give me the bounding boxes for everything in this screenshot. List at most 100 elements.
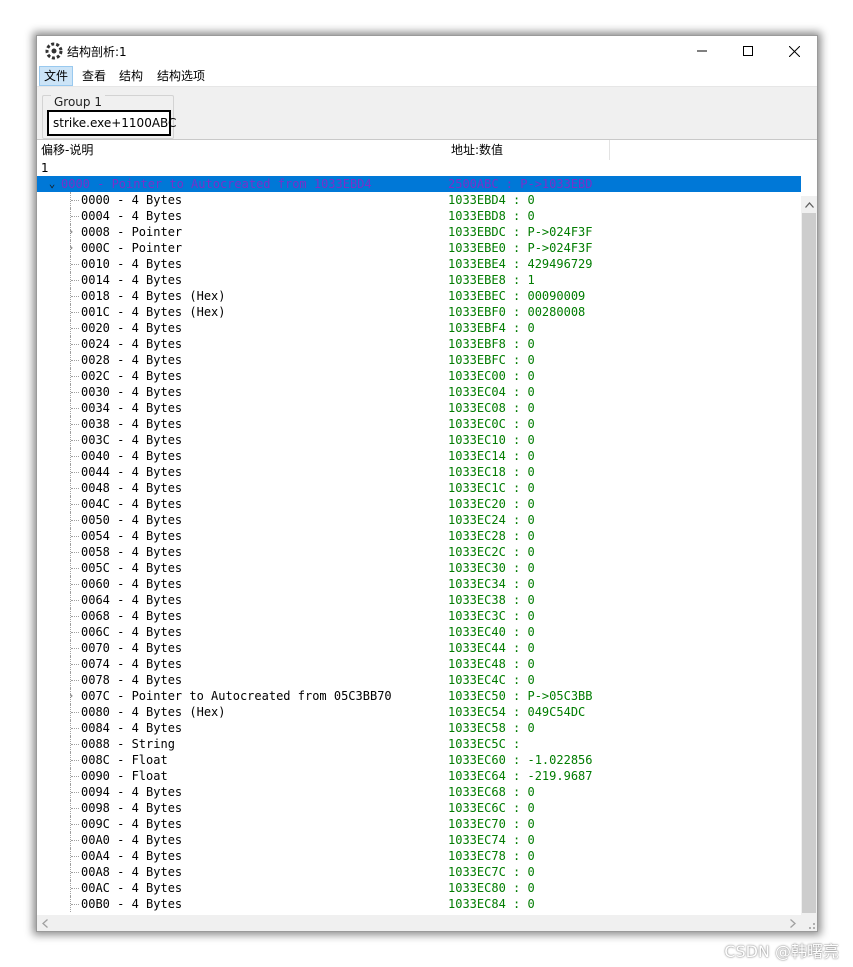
close-button[interactable] — [771, 36, 817, 66]
tree-row[interactable]: 0058 - 4 Bytes 1033EC2C : 0 — [37, 544, 801, 560]
tree-row[interactable]: 0064 - 4 Bytes 1033EC38 : 0 — [37, 592, 801, 608]
group-label: Group 1 — [51, 95, 105, 109]
tree-guide-branch — [71, 840, 79, 841]
menu-file[interactable]: 文件 — [39, 66, 74, 86]
tree-row[interactable]: 0080 - 4 Bytes (Hex) 1033EC54 : 049C54DC — [37, 704, 801, 720]
tree-row[interactable]: 0044 - 4 Bytes 1033EC18 : 0 — [37, 464, 801, 480]
row-offset-description: 0040 - 4 Bytes — [81, 449, 183, 463]
group-address-box[interactable]: strike.exe+1100ABC — [47, 110, 176, 136]
tree-row[interactable]: 0074 - 4 Bytes 1033EC48 : 0 — [37, 656, 801, 672]
scroll-left-button[interactable] — [37, 915, 53, 931]
row-offset-description: 0054 - 4 Bytes — [81, 529, 183, 543]
tree-row[interactable]: 008C - Float 1033EC60 : -1.022856 — [37, 752, 801, 768]
tree-row[interactable]: 0000 - 4 Bytes 1033EBD4 : 0 — [37, 192, 801, 208]
tree-row[interactable]: 0078 - 4 Bytes 1033EC4C : 0 — [37, 672, 801, 688]
tree-guide-branch — [71, 296, 79, 297]
row-address-value: 1033EC30 : 0 — [448, 561, 535, 575]
row-offset-description: 0010 - 4 Bytes — [81, 257, 183, 271]
tree-row[interactable]: 0094 - 4 Bytes 1033EC68 : 0 — [37, 784, 801, 800]
resize-grip[interactable] — [801, 915, 817, 931]
tree-row[interactable]: 0048 - 4 Bytes 1033EC1C : 0 — [37, 480, 801, 496]
row-offset-description: 008C - Float — [81, 753, 168, 767]
row-offset-description: 007C - Pointer to Autocreated from 05C3B… — [81, 689, 392, 703]
tree-row[interactable]: 00A8 - 4 Bytes 1033EC7C : 0 — [37, 864, 801, 880]
expand-right-icon[interactable]: › — [64, 240, 78, 256]
tree-row[interactable]: 0014 - 4 Bytes 1033EBE8 : 1 — [37, 272, 801, 288]
tree-row[interactable]: 0004 - 4 Bytes 1033EBD8 : 0 — [37, 208, 801, 224]
row-address-value: 1033EC14 : 0 — [448, 449, 535, 463]
tree-row[interactable]: 005C - 4 Bytes 1033EC30 : 0 — [37, 560, 801, 576]
tree-row[interactable]: 0010 - 4 Bytes 1033EBE4 : 429496729 — [37, 256, 801, 272]
tree-row[interactable]: 006C - 4 Bytes 1033EC40 : 0 — [37, 624, 801, 640]
tree-row[interactable]: 00A4 - 4 Bytes 1033EC78 : 0 — [37, 848, 801, 864]
tree-row[interactable]: 0090 - Float 1033EC64 : -219.9687 — [37, 768, 801, 784]
resize-grip-icon — [809, 923, 815, 929]
tree-row[interactable]: 00AC - 4 Bytes 1033EC80 : 0 — [37, 880, 801, 896]
row-offset-description: 0018 - 4 Bytes (Hex) — [81, 289, 226, 303]
tree-row[interactable]: 002C - 4 Bytes 1033EC00 : 0 — [37, 368, 801, 384]
row-offset-description: 00AC - 4 Bytes — [81, 881, 183, 895]
scroll-up-button[interactable] — [801, 196, 817, 213]
tree-row[interactable]: 003C - 4 Bytes 1033EC10 : 0 — [37, 432, 801, 448]
expand-right-icon[interactable]: › — [64, 688, 78, 704]
tree-row[interactable]: 0060 - 4 Bytes 1033EC34 : 0 — [37, 576, 801, 592]
scroll-thumb[interactable] — [802, 213, 816, 913]
row-address-value: 1033EC18 : 0 — [448, 465, 535, 479]
row-offset-description: 0098 - 4 Bytes — [81, 801, 183, 815]
tree-row[interactable]: 0038 - 4 Bytes 1033EC0C : 0 — [37, 416, 801, 432]
row-address-value: 1033EBF8 : 0 — [448, 337, 535, 351]
tree-row[interactable]: 0068 - 4 Bytes 1033EC3C : 0 — [37, 608, 801, 624]
row-address-value: 1033EC80 : 0 — [448, 881, 535, 895]
tree-row[interactable]: 0018 - 4 Bytes (Hex) 1033EBEC : 00090009 — [37, 288, 801, 304]
menu-structure-options[interactable]: 结构选项 — [153, 67, 209, 85]
tree-row[interactable]: 0098 - 4 Bytes 1033EC6C : 0 — [37, 800, 801, 816]
scroll-right-button[interactable] — [785, 915, 801, 931]
tree-row[interactable]: 0024 - 4 Bytes 1033EBF8 : 0 — [37, 336, 801, 352]
expand-right-icon[interactable]: › — [64, 224, 78, 240]
tree-row[interactable]: 0040 - 4 Bytes 1033EC14 : 0 — [37, 448, 801, 464]
tree-row[interactable]: 0050 - 4 Bytes 1033EC24 : 0 — [37, 512, 801, 528]
title-bar[interactable]: 结构剖析:1 — [37, 36, 817, 66]
tree-row[interactable]: 0070 - 4 Bytes 1033EC44 : 0 — [37, 640, 801, 656]
tree-guide-branch — [71, 488, 79, 489]
maximize-button[interactable] — [725, 36, 771, 66]
row-offset-description: 0070 - 4 Bytes — [81, 641, 183, 655]
tree-row[interactable]: 0034 - 4 Bytes 1033EC08 : 0 — [37, 400, 801, 416]
tree-row[interactable]: › 0008 - Pointer 1033EBDC : P->024F3F — [37, 224, 801, 240]
tree-row[interactable]: ⌄ 0000 - Pointer to Autocreated from 1033… — [37, 176, 801, 192]
tree-guide-branch — [71, 760, 79, 761]
row-offset-description: 0044 - 4 Bytes — [81, 465, 183, 479]
tree-row[interactable]: 0084 - 4 Bytes 1033EC58 : 0 — [37, 720, 801, 736]
tree-row[interactable]: 0030 - 4 Bytes 1033EC04 : 0 — [37, 384, 801, 400]
vertical-scrollbar[interactable] — [801, 196, 817, 931]
tree-row[interactable]: 009C - 4 Bytes 1033EC70 : 0 — [37, 816, 801, 832]
tree-row[interactable]: 0020 - 4 Bytes 1033EBF4 : 0 — [37, 320, 801, 336]
row-address-value: 1033EC04 : 0 — [448, 385, 535, 399]
tree-row[interactable]: 00A0 - 4 Bytes 1033EC74 : 0 — [37, 832, 801, 848]
menu-view[interactable]: 查看 — [78, 67, 110, 85]
minimize-button[interactable] — [679, 36, 725, 66]
tree-row[interactable]: 004C - 4 Bytes 1033EC20 : 0 — [37, 496, 801, 512]
tree-row[interactable]: 0054 - 4 Bytes 1033EC28 : 0 — [37, 528, 801, 544]
expand-down-icon[interactable]: ⌄ — [45, 176, 59, 192]
tree-guide-branch — [71, 904, 79, 905]
horizontal-scrollbar[interactable] — [37, 915, 801, 931]
row-address-value: 1033EC00 : 0 — [448, 369, 535, 383]
tree-row[interactable]: 00B0 - 4 Bytes 1033EC84 : 0 — [37, 896, 801, 912]
column-header-offset[interactable]: 偏移-说明 — [37, 140, 452, 160]
tree-row[interactable]: 0088 - String 1033EC5C : — [37, 736, 801, 752]
tree-row[interactable]: 0028 - 4 Bytes 1033EBFC : 0 — [37, 352, 801, 368]
structure-tree[interactable]: ⌄ 0000 - Pointer to Autocreated from 1033… — [37, 176, 801, 913]
tree-row[interactable]: 001C - 4 Bytes (Hex) 1033EBF0 : 00280008 — [37, 304, 801, 320]
tree-guide-branch — [71, 456, 79, 457]
tree-row[interactable]: › 007C - Pointer to Autocreated from 05C3… — [37, 688, 801, 704]
menu-structure[interactable]: 结构 — [115, 67, 147, 85]
column-header-address[interactable]: 地址:数值 — [448, 140, 610, 160]
row-address-value: 1033EC40 : 0 — [448, 625, 535, 639]
row-address-value: 1033EC4C : 0 — [448, 673, 535, 687]
row-address-value: 2500ABC : P->1033EBD — [448, 177, 593, 191]
tree-guide-branch — [71, 776, 79, 777]
tree-guide-branch — [71, 712, 79, 713]
tree-row[interactable]: › 000C - Pointer 1033EBE0 : P->024F3F — [37, 240, 801, 256]
row-offset-description: 005C - 4 Bytes — [81, 561, 183, 575]
